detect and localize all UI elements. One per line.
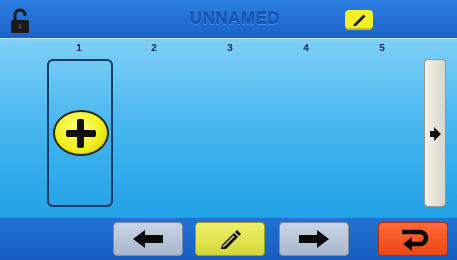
lock-open-icon[interactable] [9, 8, 31, 34]
arrow-left-icon [133, 230, 163, 248]
device-screen: UNNAMED 1 2 3 4 5 [0, 0, 457, 260]
column-number: 3 [227, 43, 233, 54]
return-icon [402, 229, 429, 251]
plus-icon[interactable] [53, 110, 109, 156]
return-button[interactable] [378, 222, 448, 256]
column-number: 4 [303, 43, 309, 54]
step-slot-1[interactable] [47, 59, 113, 207]
program-title: UNNAMED [189, 9, 281, 28]
column-number: 2 [151, 43, 157, 54]
header-bar: UNNAMED [0, 0, 457, 38]
arrow-right-icon [299, 230, 329, 248]
pencil-icon [353, 14, 366, 26]
edit-name-button[interactable] [345, 10, 373, 30]
next-button[interactable] [279, 222, 349, 256]
column-number: 1 [76, 43, 82, 54]
column-number: 5 [379, 43, 385, 54]
previous-button[interactable] [113, 222, 183, 256]
footer-bar [0, 218, 457, 260]
edit-button[interactable] [195, 222, 265, 256]
arrow-right-icon [430, 127, 441, 141]
pencil-icon [221, 230, 241, 249]
scroll-right-button[interactable] [424, 59, 446, 207]
program-panel: 1 2 3 4 5 [0, 38, 457, 218]
